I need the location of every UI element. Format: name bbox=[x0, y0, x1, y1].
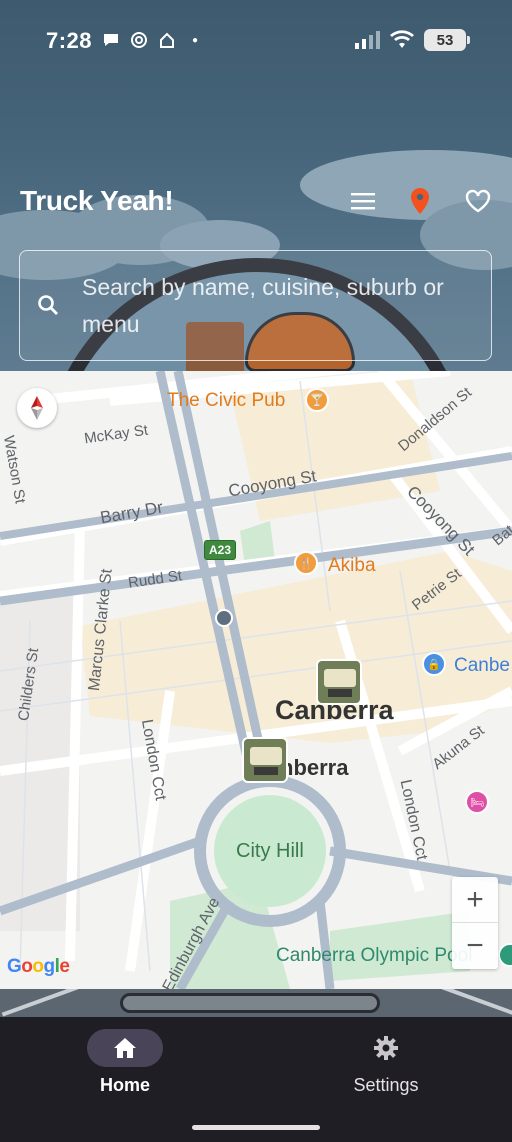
bar-pin-icon[interactable]: 🍸 bbox=[305, 388, 329, 412]
status-time: 7:28 bbox=[46, 28, 93, 53]
map-base bbox=[0, 371, 512, 989]
home-icon bbox=[114, 1038, 136, 1058]
location-button[interactable] bbox=[405, 186, 435, 216]
restaurant-pin-icon[interactable]: 🍴 bbox=[294, 551, 318, 575]
nav-item-home[interactable]: Home bbox=[55, 1029, 195, 1096]
header: 7:28 ● 53 Truck Yeah! Search by name, cu… bbox=[0, 0, 512, 372]
bottom-navigation: Home Settings bbox=[0, 1017, 512, 1142]
nav-label-home: Home bbox=[99, 1075, 150, 1095]
heart-icon bbox=[465, 189, 491, 213]
gear-icon bbox=[374, 1036, 398, 1060]
gesture-home-indicator[interactable] bbox=[192, 1125, 320, 1130]
food-truck-marker[interactable] bbox=[316, 659, 362, 705]
wifi-icon bbox=[390, 30, 414, 48]
menu-icon bbox=[351, 193, 375, 210]
compass-button[interactable] bbox=[17, 388, 57, 428]
transit-stop-icon bbox=[215, 609, 233, 627]
district-label-secondary: nberra bbox=[280, 755, 349, 780]
home-notification-icon bbox=[160, 32, 174, 48]
cell-signal-icon bbox=[355, 31, 380, 49]
poi-label-civic-pub[interactable]: The Civic Pub bbox=[167, 390, 285, 412]
search-placeholder: Search by name, cuisine, suburb or menu bbox=[82, 274, 444, 337]
shopping-pin-icon[interactable]: 🔒 bbox=[422, 652, 446, 676]
food-truck-marker[interactable] bbox=[242, 737, 288, 783]
app-root: 7:28 ● 53 Truck Yeah! Search by name, cu… bbox=[0, 0, 512, 1142]
poi-label-akiba[interactable]: Akiba bbox=[328, 555, 376, 577]
hotel-pin-icon[interactable]: 🛏 bbox=[465, 790, 489, 814]
zoom-in-button[interactable]: + bbox=[452, 877, 498, 923]
zoom-controls: + − bbox=[452, 877, 498, 969]
route-shield-a23: A23 bbox=[204, 540, 237, 560]
search-icon bbox=[38, 295, 58, 315]
poi-label-canbe[interactable]: Canbe bbox=[454, 655, 510, 677]
compass-icon bbox=[31, 396, 43, 420]
more-notifications-icon: ● bbox=[192, 34, 199, 46]
chat-notification-icon bbox=[104, 34, 118, 46]
poi-label-olympic-pool[interactable]: Canberra Olympic Pool bbox=[276, 945, 472, 967]
favorites-button[interactable] bbox=[463, 186, 493, 216]
google-logo: Google bbox=[7, 956, 70, 977]
nav-item-settings[interactable]: Settings bbox=[316, 1029, 456, 1096]
zoom-out-button[interactable]: − bbox=[452, 923, 498, 969]
truck-illustration-strip bbox=[0, 989, 512, 1017]
search-field[interactable]: Search by name, cuisine, suburb or menu bbox=[19, 250, 492, 361]
status-bar: 7:28 ● 53 bbox=[0, 0, 512, 80]
menu-button[interactable] bbox=[348, 186, 378, 216]
location-pin-icon bbox=[411, 188, 429, 214]
app-title: Truck Yeah! bbox=[20, 185, 174, 216]
nav-label-settings: Settings bbox=[353, 1075, 419, 1095]
park-label: City Hill bbox=[236, 840, 304, 862]
battery-indicator: 53 bbox=[424, 29, 470, 51]
signal-notification-icon bbox=[131, 32, 147, 48]
map-view[interactable]: McKay St Cooyong St Barry Dr Rudd St Mar… bbox=[0, 371, 512, 989]
